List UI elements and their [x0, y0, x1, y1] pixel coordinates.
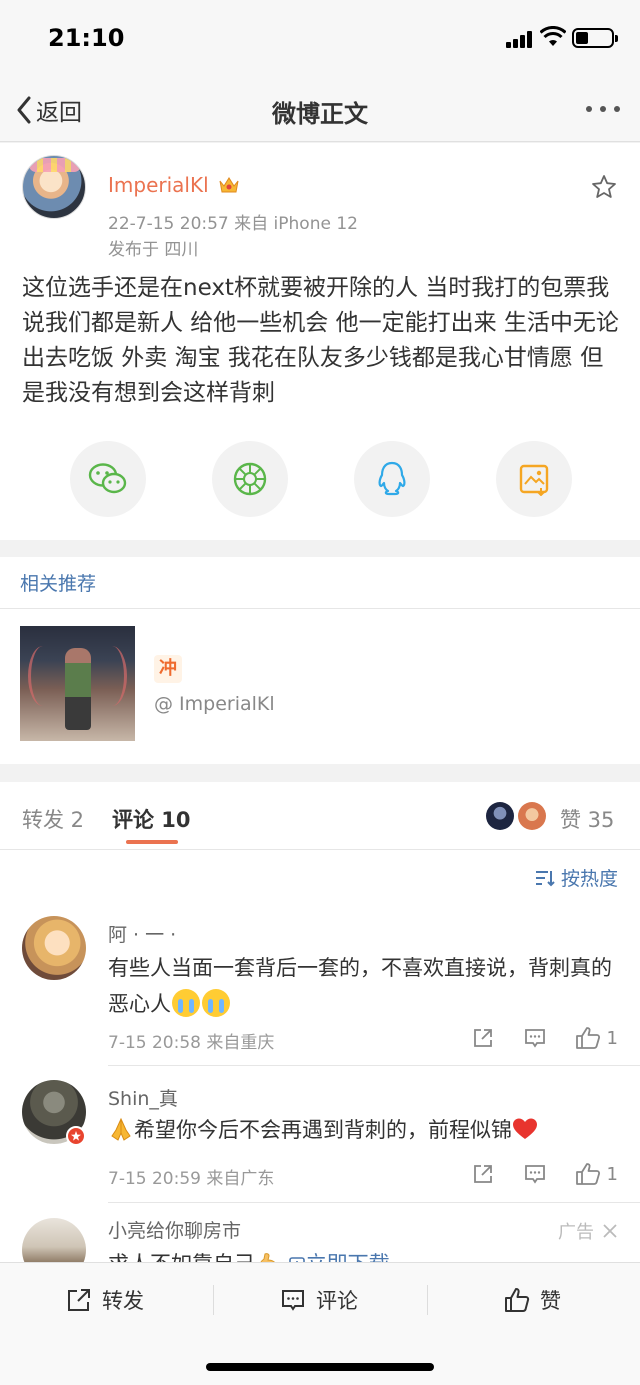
wifi-icon — [540, 26, 566, 46]
reply-comment-button[interactable] — [523, 1026, 547, 1050]
thumbs-up-icon — [575, 1027, 600, 1049]
save-image-icon — [519, 464, 549, 496]
post-location: 发布于 四川 — [108, 240, 199, 260]
divider — [108, 1065, 640, 1066]
related-video-thumbnail[interactable] — [20, 626, 135, 741]
comment-label: 评论 — [316, 1289, 358, 1313]
post-card: ImperialKl 22-7-15 20:57 来自 iPhone 12 发布… — [0, 143, 640, 540]
home-indicator — [206, 1363, 434, 1371]
tab-repost[interactable]: 转发 2 — [22, 804, 84, 834]
page-title: 微博正文 — [272, 100, 368, 128]
battery-icon — [572, 28, 618, 48]
thumbs-up-icon — [575, 1163, 600, 1185]
comment-like-count: 1 — [606, 1163, 618, 1185]
like-comment-button[interactable]: 1 — [575, 1162, 618, 1186]
sort-label: 按热度 — [560, 868, 618, 890]
comment-icon — [524, 1165, 545, 1184]
save-image-button[interactable] — [496, 441, 572, 517]
repost-button[interactable]: 转发 — [66, 1285, 144, 1315]
divider — [213, 1285, 214, 1315]
status-bar: 21:10 — [0, 0, 640, 78]
share-icon — [473, 1165, 492, 1183]
comment-item: 阿 · 一 · 有些人当面一套背后一套的，不喜欢直接说，背刺真的恶心人 7-15… — [0, 916, 640, 1066]
repost-comment-button[interactable] — [471, 1026, 495, 1050]
like-comment-button[interactable]: 1 — [575, 1026, 618, 1050]
like-label: 赞 — [540, 1289, 561, 1313]
active-tab-indicator — [126, 840, 178, 844]
liker-avatar[interactable] — [518, 802, 546, 830]
comment-item: Shin_真 希望你今后不会再遇到背刺的，前程似锦 7-15 20:59 来自广… — [0, 1080, 640, 1204]
related-badge: 冲 — [154, 655, 182, 683]
like-button[interactable]: 赞 — [504, 1285, 561, 1315]
reply-comment-button[interactable] — [523, 1162, 547, 1186]
comment-text: 希望你今后不会再遇到背刺的，前程似锦 — [108, 1112, 620, 1148]
share-qq-button[interactable] — [354, 441, 430, 517]
wechat-icon — [88, 463, 127, 494]
vip-crown-icon — [219, 177, 239, 193]
commenter-name[interactable]: 阿 · 一 · — [108, 920, 176, 947]
commenter-avatar[interactable] — [22, 916, 86, 980]
nav-bar: 返回 微博正文 — [0, 78, 640, 142]
comment-icon — [524, 1029, 545, 1048]
commenter-name[interactable]: Shin_真 — [108, 1084, 178, 1111]
favorite-star-icon[interactable] — [590, 173, 618, 201]
tab-like[interactable]: 赞 35 — [560, 804, 614, 834]
post-text: 这位选手还是在next杯就要被开除的人 当时我打的包票我说我们都是新人 给他一些… — [22, 275, 619, 406]
ad-name: 小亮给你聊房市 — [108, 1220, 242, 1242]
verified-badge-icon — [66, 1126, 86, 1146]
liker-avatar[interactable] — [486, 802, 514, 830]
comment-actions: 1 — [443, 1162, 618, 1186]
repost-comment-button[interactable] — [471, 1162, 495, 1186]
related-author[interactable]: @ ImperialKl — [154, 693, 275, 715]
more-options-icon[interactable] — [586, 106, 620, 112]
ad-label: 广告 — [558, 1218, 618, 1244]
comment-button[interactable]: 评论 — [280, 1285, 358, 1315]
red-heart-emoji-icon — [513, 1118, 537, 1139]
author-name[interactable]: ImperialKl — [108, 173, 209, 197]
divider — [0, 608, 640, 609]
comment-actions: 1 — [443, 1026, 618, 1050]
divider — [427, 1285, 428, 1315]
share-icon — [473, 1029, 492, 1047]
comment-icon — [282, 1290, 304, 1311]
share-wechat-button[interactable] — [70, 441, 146, 517]
tab-comment[interactable]: 评论 10 — [112, 804, 191, 834]
sort-icon — [535, 870, 555, 886]
related-title: 相关推荐 — [20, 573, 97, 595]
praying-hands-emoji-icon — [111, 1117, 131, 1141]
cellular-signal-icon — [506, 30, 534, 48]
comment-text: 有些人当面一套背后一套的，不喜欢直接说，背刺真的恶心人 — [108, 956, 612, 1017]
share-moments-button[interactable] — [212, 441, 288, 517]
moments-icon — [233, 462, 267, 496]
repost-label: 转发 — [102, 1289, 144, 1313]
related-section: 相关推荐 冲 @ ImperialKl — [0, 557, 640, 764]
comment-meta: 7-15 20:58 来自重庆 — [108, 1033, 275, 1053]
divider — [108, 1202, 640, 1203]
comment-meta: 7-15 20:59 来自广东 — [108, 1169, 275, 1189]
thumbs-up-icon — [505, 1288, 530, 1312]
close-icon[interactable] — [602, 1223, 618, 1239]
qq-icon — [378, 461, 406, 496]
comment-like-count: 1 — [606, 1027, 618, 1049]
share-row — [0, 441, 640, 517]
status-time: 21:10 — [48, 24, 125, 52]
sort-button[interactable]: 按热度 — [535, 864, 618, 891]
tabs-bar: 转发 2 评论 10 赞 35 — [0, 782, 640, 850]
crying-emoji-icon — [172, 989, 200, 1017]
repost-icon — [68, 1289, 90, 1311]
post-meta: 22-7-15 20:57 来自 iPhone 12 — [108, 214, 358, 234]
author-avatar[interactable] — [22, 155, 86, 219]
crying-emoji-icon — [202, 989, 230, 1017]
